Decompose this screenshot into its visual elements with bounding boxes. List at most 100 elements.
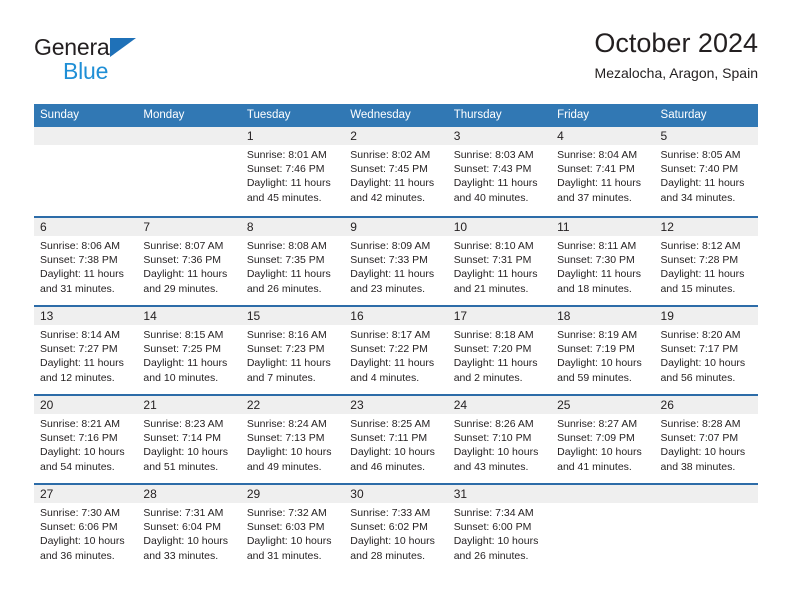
day-number: 3 xyxy=(447,127,552,145)
day-details: Sunrise: 8:16 AM Sunset: 7:23 PM Daylight:… xyxy=(241,325,344,385)
day-details: Sunrise: 8:25 AM Sunset: 7:11 PM Daylight:… xyxy=(344,414,447,474)
day-cell-2[interactable]: 2 Sunrise: 8:02 AM Sunset: 7:45 PM Daylight… xyxy=(344,127,448,216)
day-cell-5[interactable]: 5 Sunrise: 8:05 AM Sunset: 7:40 PM Daylight… xyxy=(654,127,758,216)
day-number: 4 xyxy=(551,127,655,145)
day-number: 25 xyxy=(551,396,655,414)
day-cell-10[interactable]: 10 Sunrise: 8:10 AM Sunset: 7:31 PM Dayligh… xyxy=(447,218,552,305)
day-details: Sunrise: 8:15 AM Sunset: 7:25 PM Daylight:… xyxy=(137,325,240,385)
day-cell-14[interactable]: 14 Sunrise: 8:15 AM Sunset: 7:25 PM Dayligh… xyxy=(137,307,241,394)
calendar-week-row: 1 Sunrise: 8:01 AM Sunset: 7:46 PM Daylight… xyxy=(34,127,758,216)
day-cell-3[interactable]: 3 Sunrise: 8:03 AM Sunset: 7:43 PM Daylight… xyxy=(447,127,552,216)
day-cell-20[interactable]: 20 Sunrise: 8:21 AM Sunset: 7:16 PM Dayligh… xyxy=(34,396,138,483)
day-details: Sunrise: 8:01 AM Sunset: 7:46 PM Daylight:… xyxy=(241,145,344,205)
day-number: 15 xyxy=(240,307,345,325)
day-cell-21[interactable]: 21 Sunrise: 8:23 AM Sunset: 7:14 PM Dayligh… xyxy=(137,396,241,483)
day-number: 1 xyxy=(240,127,345,145)
day-detail-line: Daylight: 11 hours xyxy=(660,177,745,190)
day-details: Sunrise: 8:14 AM Sunset: 7:27 PM Daylight:… xyxy=(34,325,137,385)
weekday-header-tuesday: Tuesday xyxy=(246,109,291,121)
page-subtitle: Mezalocha, Aragon, Spain xyxy=(594,65,758,81)
day-cell-19[interactable]: 19 Sunrise: 8:20 AM Sunset: 7:17 PM Dayligh… xyxy=(654,307,758,394)
day-cell-empty xyxy=(137,127,241,216)
day-detail-line: Sunset: 7:38 PM xyxy=(40,254,118,267)
day-detail-line: and 10 minutes. xyxy=(143,371,219,384)
day-cell-1[interactable]: 1 Sunrise: 8:01 AM Sunset: 7:46 PM Daylight… xyxy=(240,127,345,216)
day-detail-line: Daylight: 11 hours xyxy=(246,357,331,370)
day-cell-31[interactable]: 31 Sunrise: 7:34 AM Sunset: 6:00 PM Dayligh… xyxy=(447,485,552,572)
day-cell-15[interactable]: 15 Sunrise: 8:16 AM Sunset: 7:23 PM Dayligh… xyxy=(240,307,345,394)
day-detail-line: Sunset: 7:31 PM xyxy=(453,254,532,267)
day-detail-line: Sunrise: 8:25 AM xyxy=(350,418,431,430)
day-cell-26[interactable]: 26 Sunrise: 8:28 AM Sunset: 7:07 PM Dayligh… xyxy=(654,396,758,483)
day-cell-6[interactable]: 6 Sunrise: 8:06 AM Sunset: 7:38 PM Daylight… xyxy=(34,218,138,305)
day-number: 20 xyxy=(34,396,138,414)
day-cell-empty xyxy=(654,485,758,572)
day-details: Sunrise: 8:24 AM Sunset: 7:13 PM Daylight:… xyxy=(241,414,344,474)
day-detail-line: Daylight: 11 hours xyxy=(557,268,641,281)
day-cell-28[interactable]: 28 Sunrise: 7:31 AM Sunset: 6:04 PM Dayligh… xyxy=(137,485,241,572)
day-number: 13 xyxy=(34,307,138,325)
day-cell-18[interactable]: 18 Sunrise: 8:19 AM Sunset: 7:19 PM Dayligh… xyxy=(551,307,655,394)
day-detail-line: Sunrise: 8:09 AM xyxy=(350,240,431,252)
day-detail-line: and 54 minutes. xyxy=(40,460,115,473)
day-detail-line: Daylight: 11 hours xyxy=(143,357,228,370)
day-detail-line: and 59 minutes. xyxy=(557,371,632,384)
day-detail-line: Sunrise: 8:21 AM xyxy=(40,418,120,430)
day-cell-8[interactable]: 8 Sunrise: 8:08 AM Sunset: 7:35 PM Daylight… xyxy=(240,218,345,305)
day-cell-24[interactable]: 24 Sunrise: 8:26 AM Sunset: 7:10 PM Dayligh… xyxy=(447,396,552,483)
day-detail-line: Sunrise: 8:19 AM xyxy=(557,329,638,341)
day-detail-line: Daylight: 10 hours xyxy=(660,357,746,370)
day-detail-line: and 56 minutes. xyxy=(660,371,736,384)
day-cell-29[interactable]: 29 Sunrise: 7:32 AM Sunset: 6:03 PM Dayligh… xyxy=(240,485,345,572)
day-detail-line: and 42 minutes. xyxy=(350,191,425,204)
weekday-header-thursday: Thursday xyxy=(453,109,502,121)
day-detail-line: Sunrise: 8:03 AM xyxy=(453,149,534,161)
day-detail-line: Sunrise: 8:15 AM xyxy=(143,329,224,341)
brand-name-blue: Blue xyxy=(63,58,109,84)
day-cell-17[interactable]: 17 Sunrise: 8:18 AM Sunset: 7:20 PM Dayligh… xyxy=(447,307,552,394)
day-detail-line: Sunrise: 7:33 AM xyxy=(350,507,431,519)
day-number: 21 xyxy=(137,396,241,414)
day-cell-27[interactable]: 27 Sunrise: 7:30 AM Sunset: 6:06 PM Dayligh… xyxy=(34,485,138,572)
day-number: 14 xyxy=(137,307,241,325)
day-detail-line: and 23 minutes. xyxy=(350,282,425,295)
day-details: Sunrise: 8:06 AM Sunset: 7:38 PM Daylight:… xyxy=(34,236,137,296)
day-detail-line: Sunrise: 8:28 AM xyxy=(660,418,741,430)
day-detail-line: Sunrise: 8:27 AM xyxy=(557,418,638,430)
day-cell-9[interactable]: 9 Sunrise: 8:09 AM Sunset: 7:33 PM Daylight… xyxy=(344,218,448,305)
day-detail-line: Sunrise: 7:31 AM xyxy=(143,507,224,519)
day-cell-22[interactable]: 22 Sunrise: 8:24 AM Sunset: 7:13 PM Dayligh… xyxy=(240,396,345,483)
day-cell-30[interactable]: 30 Sunrise: 7:33 AM Sunset: 6:02 PM Dayligh… xyxy=(344,485,448,572)
day-detail-line: Daylight: 11 hours xyxy=(453,357,538,370)
day-cell-11[interactable]: 11 Sunrise: 8:11 AM Sunset: 7:30 PM Dayligh… xyxy=(551,218,655,305)
day-details: Sunrise: 8:08 AM Sunset: 7:35 PM Daylight:… xyxy=(241,236,344,296)
day-details: Sunrise: 8:05 AM Sunset: 7:40 PM Daylight:… xyxy=(655,145,758,205)
day-detail-line: Sunrise: 7:30 AM xyxy=(40,507,120,519)
day-cell-23[interactable]: 23 Sunrise: 8:25 AM Sunset: 7:11 PM Dayligh… xyxy=(344,396,448,483)
day-cell-13[interactable]: 13 Sunrise: 8:14 AM Sunset: 7:27 PM Dayligh… xyxy=(34,307,138,394)
day-number: 6 xyxy=(34,218,138,236)
day-cell-25[interactable]: 25 Sunrise: 8:27 AM Sunset: 7:09 PM Dayligh… xyxy=(551,396,655,483)
day-number: 26 xyxy=(654,396,758,414)
day-detail-line: Sunset: 7:28 PM xyxy=(660,254,739,267)
day-detail-line: Daylight: 11 hours xyxy=(143,268,228,281)
weekday-header-sunday: Sunday xyxy=(40,109,80,121)
day-details: Sunrise: 8:21 AM Sunset: 7:16 PM Daylight:… xyxy=(34,414,137,474)
day-cell-4[interactable]: 4 Sunrise: 8:04 AM Sunset: 7:41 PM Daylight… xyxy=(551,127,655,216)
day-cell-16[interactable]: 16 Sunrise: 8:17 AM Sunset: 7:22 PM Dayligh… xyxy=(344,307,448,394)
day-details: Sunrise: 8:20 AM Sunset: 7:17 PM Daylight:… xyxy=(655,325,758,385)
day-number xyxy=(34,127,138,145)
day-cell-12[interactable]: 12 Sunrise: 8:12 AM Sunset: 7:28 PM Dayligh… xyxy=(654,218,758,305)
day-detail-line: Sunrise: 8:08 AM xyxy=(246,240,327,252)
day-number: 28 xyxy=(137,485,241,503)
weekday-header-row: Sunday Monday Tuesday Wednesday Thursday Frid… xyxy=(34,104,758,127)
day-detail-line: Sunset: 7:09 PM xyxy=(557,432,635,445)
calendar-grid: Sunday Monday Tuesday Wednesday Thursday Frid… xyxy=(34,104,758,572)
day-detail-line: Sunset: 7:40 PM xyxy=(660,163,739,176)
weekday-header-saturday: Saturday xyxy=(660,109,707,121)
day-detail-line: Daylight: 10 hours xyxy=(350,446,435,459)
day-detail-line: and 45 minutes. xyxy=(246,191,322,204)
day-details: Sunrise: 7:34 AM Sunset: 6:00 PM Daylight:… xyxy=(448,503,551,563)
day-detail-line: Daylight: 10 hours xyxy=(143,535,229,548)
day-cell-7[interactable]: 7 Sunrise: 8:07 AM Sunset: 7:36 PM Daylight… xyxy=(137,218,241,305)
